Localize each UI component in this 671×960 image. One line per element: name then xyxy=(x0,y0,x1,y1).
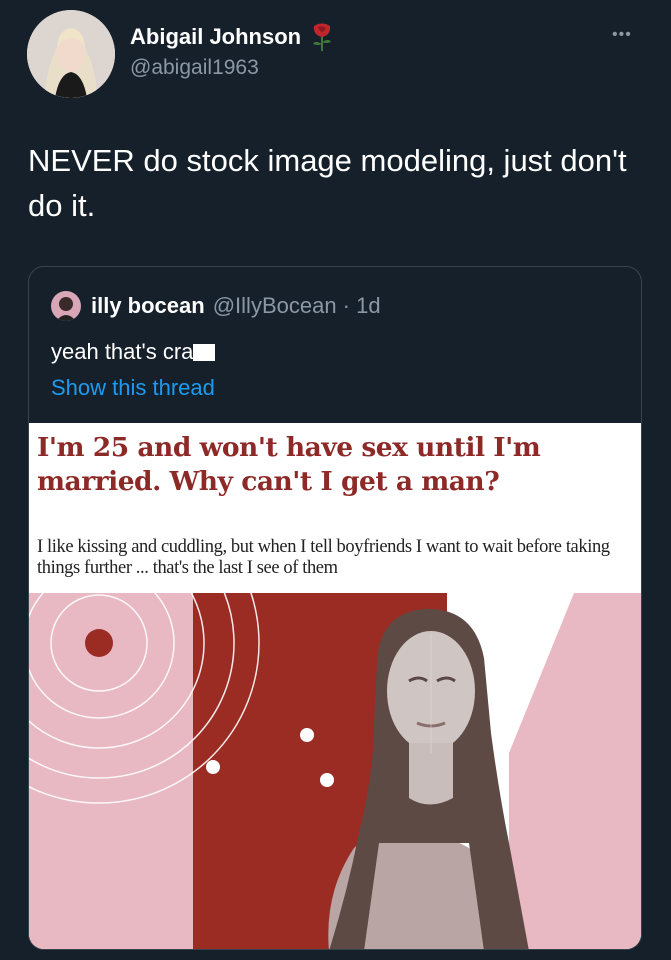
tweet-text: NEVER do stock image modeling, just don'… xyxy=(28,143,627,223)
quoted-author-avatar[interactable] xyxy=(51,291,81,321)
author-handle[interactable]: @abigail1963 xyxy=(130,56,259,80)
more-icon[interactable]: ••• xyxy=(612,26,632,44)
quoted-author-name[interactable]: illy bocean xyxy=(91,293,205,319)
quoted-tweet-card[interactable]: illy bocean @IllyBocean · 1d yeah that's… xyxy=(28,266,642,950)
quoted-tweet-text-content: yeah that's cra xyxy=(51,339,194,364)
quoted-tweet-text: yeah that's cra xyxy=(51,339,216,365)
redaction-box xyxy=(193,343,216,361)
rose-icon xyxy=(309,22,335,52)
author-display-name[interactable]: Abigail Johnson xyxy=(130,24,301,50)
article-standfirst: I like kissing and cuddling, but when I … xyxy=(37,537,610,578)
quoted-author-handle[interactable]: @IllyBocean · 1d xyxy=(213,293,381,319)
article-image[interactable]: I'm 25 and won't have sex until I'm marr… xyxy=(29,423,641,949)
show-thread-link[interactable]: Show this thread xyxy=(51,375,215,401)
article-illustration xyxy=(29,482,641,949)
quoted-tweet-header: illy bocean @IllyBocean · 1d xyxy=(51,291,381,321)
author-avatar[interactable] xyxy=(27,10,115,98)
article-headline: I'm 25 and won't have sex until I'm marr… xyxy=(37,432,541,497)
author-name[interactable]: Abigail Johnson xyxy=(130,22,335,52)
